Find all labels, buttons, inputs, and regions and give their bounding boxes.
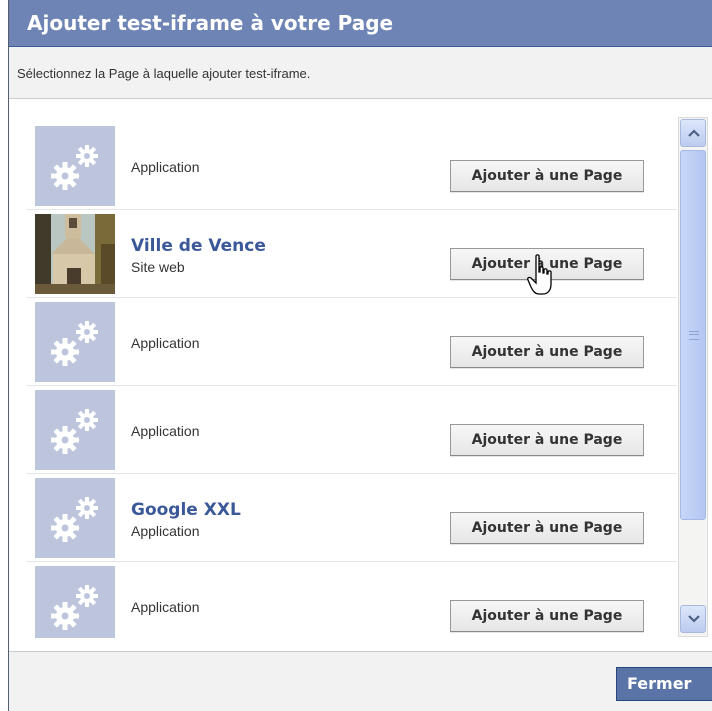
list-item: Google XXL Application Ajouter à une Pag… <box>27 473 677 562</box>
close-button[interactable]: Fermer <box>616 667 712 701</box>
scroll-grip-icon <box>689 331 699 340</box>
add-to-page-button[interactable]: Ajouter à une Page <box>450 336 644 368</box>
gears-icon <box>35 390 115 470</box>
dialog-title-bar: Ajouter test-iframe à votre Page <box>9 0 712 47</box>
dialog-footer: Fermer <box>9 652 712 711</box>
add-to-page-button[interactable]: Ajouter à une Page <box>450 424 644 456</box>
scroll-thumb[interactable] <box>680 150 706 520</box>
gears-icon <box>35 566 115 638</box>
add-to-page-button[interactable]: Ajouter à une Page <box>450 600 644 632</box>
dialog-subtitle-bar: Sélectionnez la Page à laquelle ajouter … <box>9 47 712 99</box>
add-to-page-button[interactable]: Ajouter à une Page <box>450 512 644 544</box>
item-type: Application <box>131 335 200 351</box>
chevron-down-icon <box>688 615 700 623</box>
gears-icon <box>35 126 115 206</box>
list-item: Application Ajouter à une Page <box>27 561 677 638</box>
list-item: Application Ajouter à une Page <box>27 385 677 474</box>
item-type: Site web <box>131 259 185 275</box>
item-name-link[interactable]: Ville de Vence <box>131 236 266 256</box>
item-name-link[interactable]: Google XXL <box>131 500 241 520</box>
gears-icon <box>35 302 115 382</box>
dialog-subtitle: Sélectionnez la Page à laquelle ajouter … <box>17 66 311 81</box>
page-list: Application Ajouter à une Page Ville de … <box>9 99 712 652</box>
scroll-down-button[interactable] <box>680 605 706 633</box>
add-to-page-dialog: Ajouter test-iframe à votre Page Sélecti… <box>8 0 712 711</box>
scroll-up-button[interactable] <box>680 119 706 147</box>
list-scrollbar[interactable] <box>678 117 708 637</box>
item-type: Application <box>131 523 200 539</box>
chapel-photo <box>35 214 115 294</box>
item-type: Application <box>131 159 200 175</box>
item-type: Application <box>131 423 200 439</box>
list-item: Application Ajouter à une Page <box>27 297 677 386</box>
gears-icon <box>35 478 115 558</box>
list-item: Application Ajouter à une Page <box>27 121 677 210</box>
add-to-page-button[interactable]: Ajouter à une Page <box>450 160 644 192</box>
item-type: Application <box>131 599 200 615</box>
list-item: Ville de Vence Site web Ajouter à une Pa… <box>27 209 677 298</box>
chevron-up-icon <box>688 129 700 137</box>
hand-cursor-icon <box>527 254 552 295</box>
dialog-title: Ajouter test-iframe à votre Page <box>27 11 394 35</box>
